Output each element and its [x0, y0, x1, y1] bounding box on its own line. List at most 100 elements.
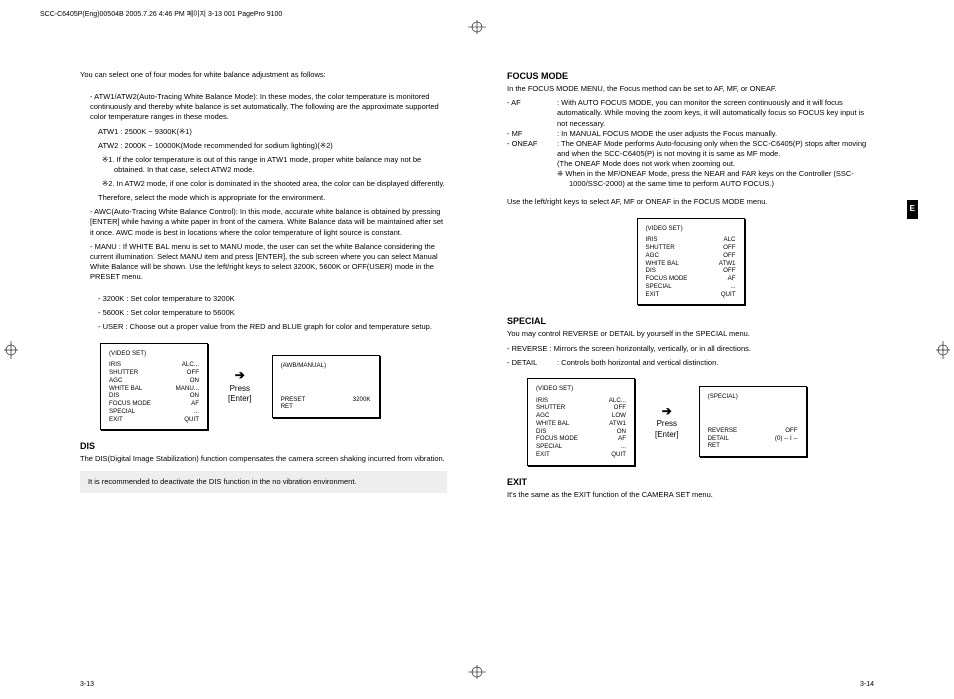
menu-row: EXITQUIT: [536, 451, 626, 459]
video-set-menu: (VIDEO SET) IRISALC...SHUTTEROFFAGCONWHI…: [100, 343, 208, 431]
menu-title: (VIDEO SET): [536, 385, 626, 393]
page-number-right: 3-14: [860, 680, 874, 689]
af-label: - AF: [507, 98, 557, 128]
reverse-desc: - REVERSE : Mirrors the screen horizonta…: [507, 344, 874, 354]
mf-body: : In MANUAL FOCUS MODE the user adjusts …: [557, 129, 874, 139]
press-enter-arrow: ➔ Press [Enter]: [655, 403, 679, 441]
preset-5600k: - 5600K : Set color temperature to 5600K: [80, 308, 447, 318]
menu-row: EXITQUIT: [109, 416, 199, 424]
whitebal-menu-row: (VIDEO SET) IRISALC...SHUTTEROFFAGCONWHI…: [100, 343, 447, 431]
menu-rows: PRESET3200KRET: [281, 396, 371, 412]
menu-row: DETAIL(0) -- I --: [708, 435, 798, 443]
menu-row: AGCOFF: [646, 252, 736, 260]
press-enter-arrow: ➔ Press [Enter]: [228, 367, 252, 405]
menu-title: (VIDEO SET): [646, 225, 736, 233]
focus-intro: In the FOCUS MODE MENU, the Focus method…: [507, 84, 874, 94]
menu-row: IRISALC...: [109, 361, 199, 369]
menu-row: DISOFF: [646, 267, 736, 275]
wb-intro: You can select one of four modes for whi…: [80, 70, 447, 80]
mf-row: - MF : In MANUAL FOCUS MODE the user adj…: [507, 129, 874, 139]
section-tab-e: E: [907, 200, 918, 219]
print-header: SCC-C6405P(Eng)00504B 2005.7.26 4:46 PM …: [40, 10, 282, 19]
special-heading: SPECIAL: [507, 315, 874, 327]
menu-row: SHUTTEROFF: [109, 369, 199, 377]
menu-row: DISON: [536, 428, 626, 436]
menu-row: REVERSEOFF: [708, 427, 798, 435]
crop-mark-top: [462, 20, 492, 34]
preset-3200k: - 3200K : Set color temperature to 3200K: [80, 294, 447, 304]
menu-row: WHITE BALMANU...: [109, 385, 199, 393]
atw1-range: ATW1 : 2500K ~ 9300K(※1): [80, 127, 447, 137]
focus-heading: FOCUS MODE: [507, 70, 874, 82]
menu-row: EXITQUIT: [646, 291, 736, 299]
focus-video-set-menu: (VIDEO SET) IRISALCSHUTTEROFFAGCOFFWHITE…: [637, 218, 745, 306]
af-row: - AF : With AUTO FOCUS MODE, you can mon…: [507, 98, 874, 128]
atw-note1: ※1. If the color temperature is out of t…: [80, 155, 447, 175]
press-label: Press: [228, 384, 252, 395]
arrow-icon: ➔: [228, 367, 252, 383]
menu-rows: REVERSEOFFDETAIL(0) -- I --RET: [708, 427, 798, 450]
oneaf-label: - ONEAF: [507, 139, 557, 190]
atw-note2: ※2. In ATW2 mode, if one color is domina…: [80, 179, 447, 189]
menu-row: SPECIAL...: [646, 283, 736, 291]
atw2-range: ATW2 : 2000K ~ 10000K(Mode recommended f…: [80, 141, 447, 151]
menu-row: DISON: [109, 392, 199, 400]
menu-row: WHITE BALATW1: [536, 420, 626, 428]
menu-row: PRESET3200K: [281, 396, 371, 404]
dis-heading: DIS: [80, 440, 447, 452]
menu-row: IRISALC: [646, 236, 736, 244]
exit-heading: EXIT: [507, 476, 874, 488]
oneaf-note2: ❈ When in the MF/ONEAF Mode, press the N…: [557, 169, 874, 189]
menu-title: (AWB/MANUAL): [281, 362, 371, 370]
atw-note-tail: Therefore, select the mode which is appr…: [80, 193, 447, 203]
special-menu-row: (VIDEO SET) IRISALC...SHUTTEROFFAGCLOWWH…: [527, 378, 874, 466]
preset-user: - USER : Choose out a proper value from …: [80, 322, 447, 332]
menu-row: FOCUS MODEAF: [646, 275, 736, 283]
menu-row: IRISALC...: [536, 397, 626, 405]
press-label: Press: [655, 419, 679, 430]
manu-desc: - MANU : If WHITE BAL menu is set to MAN…: [80, 242, 447, 283]
menu-title: (VIDEO SET): [109, 350, 199, 358]
dis-body: The DIS(Digital Image Stabilization) fun…: [80, 454, 447, 464]
enter-label: [Enter]: [228, 394, 252, 405]
oneaf-note1: (The ONEAF Mode does not work when zoomi…: [557, 159, 735, 168]
page-left: You can select one of four modes for whi…: [80, 70, 447, 669]
awc-desc: - AWC(Auto-Tracing White Balance Control…: [80, 207, 447, 237]
menu-rows: IRISALC...SHUTTEROFFAGCLOWWHITE BALATW1D…: [536, 397, 626, 459]
mf-label: - MF: [507, 129, 557, 139]
menu-row: RET: [281, 403, 371, 411]
menu-row: SHUTTEROFF: [536, 404, 626, 412]
special-intro: You may control REVERSE or DETAIL by you…: [507, 329, 874, 339]
special-menu: (SPECIAL) REVERSEOFFDETAIL(0) -- I --RET: [699, 386, 807, 457]
menu-row: SPECIAL...: [109, 408, 199, 416]
menu-row: FOCUS MODEAF: [109, 400, 199, 408]
special-video-set-menu: (VIDEO SET) IRISALC...SHUTTEROFFAGCLOWWH…: [527, 378, 635, 466]
menu-row: SPECIAL...: [536, 443, 626, 451]
menu-title: (SPECIAL): [708, 393, 798, 401]
dis-note: It is recommended to deactivate the DIS …: [80, 471, 447, 493]
page-number-left: 3-13: [80, 680, 94, 689]
crop-mark-left: [4, 335, 18, 365]
detail-body: : Controls both horizontal and vertical …: [557, 358, 874, 368]
menu-rows: IRISALC...SHUTTEROFFAGCONWHITE BALMANU..…: [109, 361, 199, 423]
arrow-icon: ➔: [655, 403, 679, 419]
menu-row: SHUTTEROFF: [646, 244, 736, 252]
detail-label: - DETAIL: [507, 358, 557, 368]
enter-label: [Enter]: [655, 430, 679, 441]
focus-use: Use the left/right keys to select AF, MF…: [507, 197, 874, 207]
awb-manual-menu: (AWB/MANUAL) PRESET3200KRET: [272, 355, 380, 418]
menu-row: AGCLOW: [536, 412, 626, 420]
menu-rows: IRISALCSHUTTEROFFAGCOFFWHITE BALATW1DISO…: [646, 236, 736, 298]
oneaf-body: : The ONEAF Mode performs Auto-focusing …: [557, 139, 866, 158]
detail-row: - DETAIL : Controls both horizontal and …: [507, 358, 874, 368]
menu-row: FOCUS MODEAF: [536, 435, 626, 443]
atw-desc: - ATW1/ATW2(Auto-Tracing White Balance M…: [80, 92, 447, 122]
af-body: : With AUTO FOCUS MODE, you can monitor …: [557, 98, 874, 128]
page-right: FOCUS MODE In the FOCUS MODE MENU, the F…: [507, 70, 874, 669]
menu-row: AGCON: [109, 377, 199, 385]
menu-row: WHITE BALATW1: [646, 260, 736, 268]
oneaf-row: - ONEAF : The ONEAF Mode performs Auto-f…: [507, 139, 874, 190]
exit-body: It's the same as the EXIT function of th…: [507, 490, 874, 500]
menu-row: RET: [708, 442, 798, 450]
crop-mark-right: [936, 335, 950, 365]
